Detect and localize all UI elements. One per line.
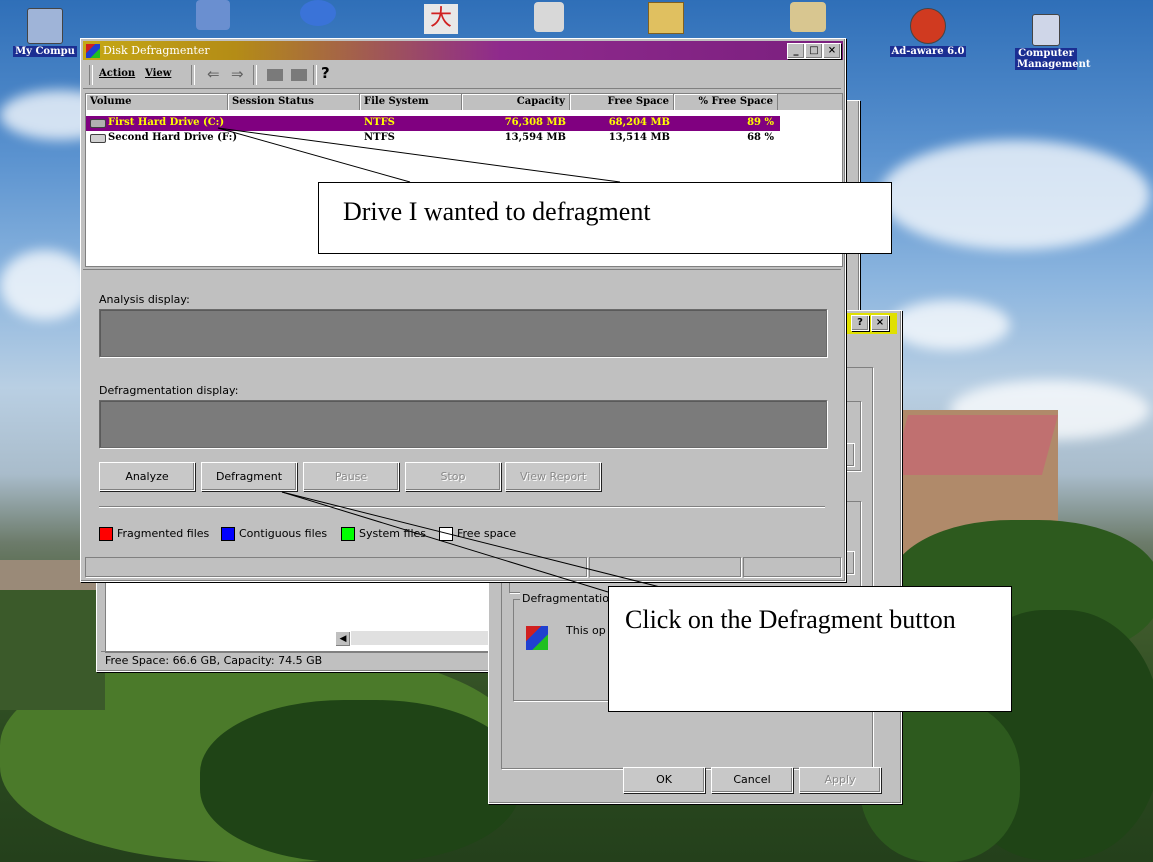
callout-drive: Drive I wanted to defragment bbox=[318, 182, 892, 254]
callout-pointer-line bbox=[281, 491, 681, 593]
callout-pointer-line bbox=[217, 127, 621, 183]
callout-drive-text: Drive I wanted to defragment bbox=[343, 197, 651, 226]
callout-defragment-button: Click on the Defragment button bbox=[608, 586, 1012, 712]
callout-button-text: Click on the Defragment button bbox=[625, 605, 956, 634]
callout-pointer-line bbox=[217, 127, 411, 183]
callout-pointer-line bbox=[281, 491, 609, 593]
callout-lines bbox=[217, 127, 681, 593]
